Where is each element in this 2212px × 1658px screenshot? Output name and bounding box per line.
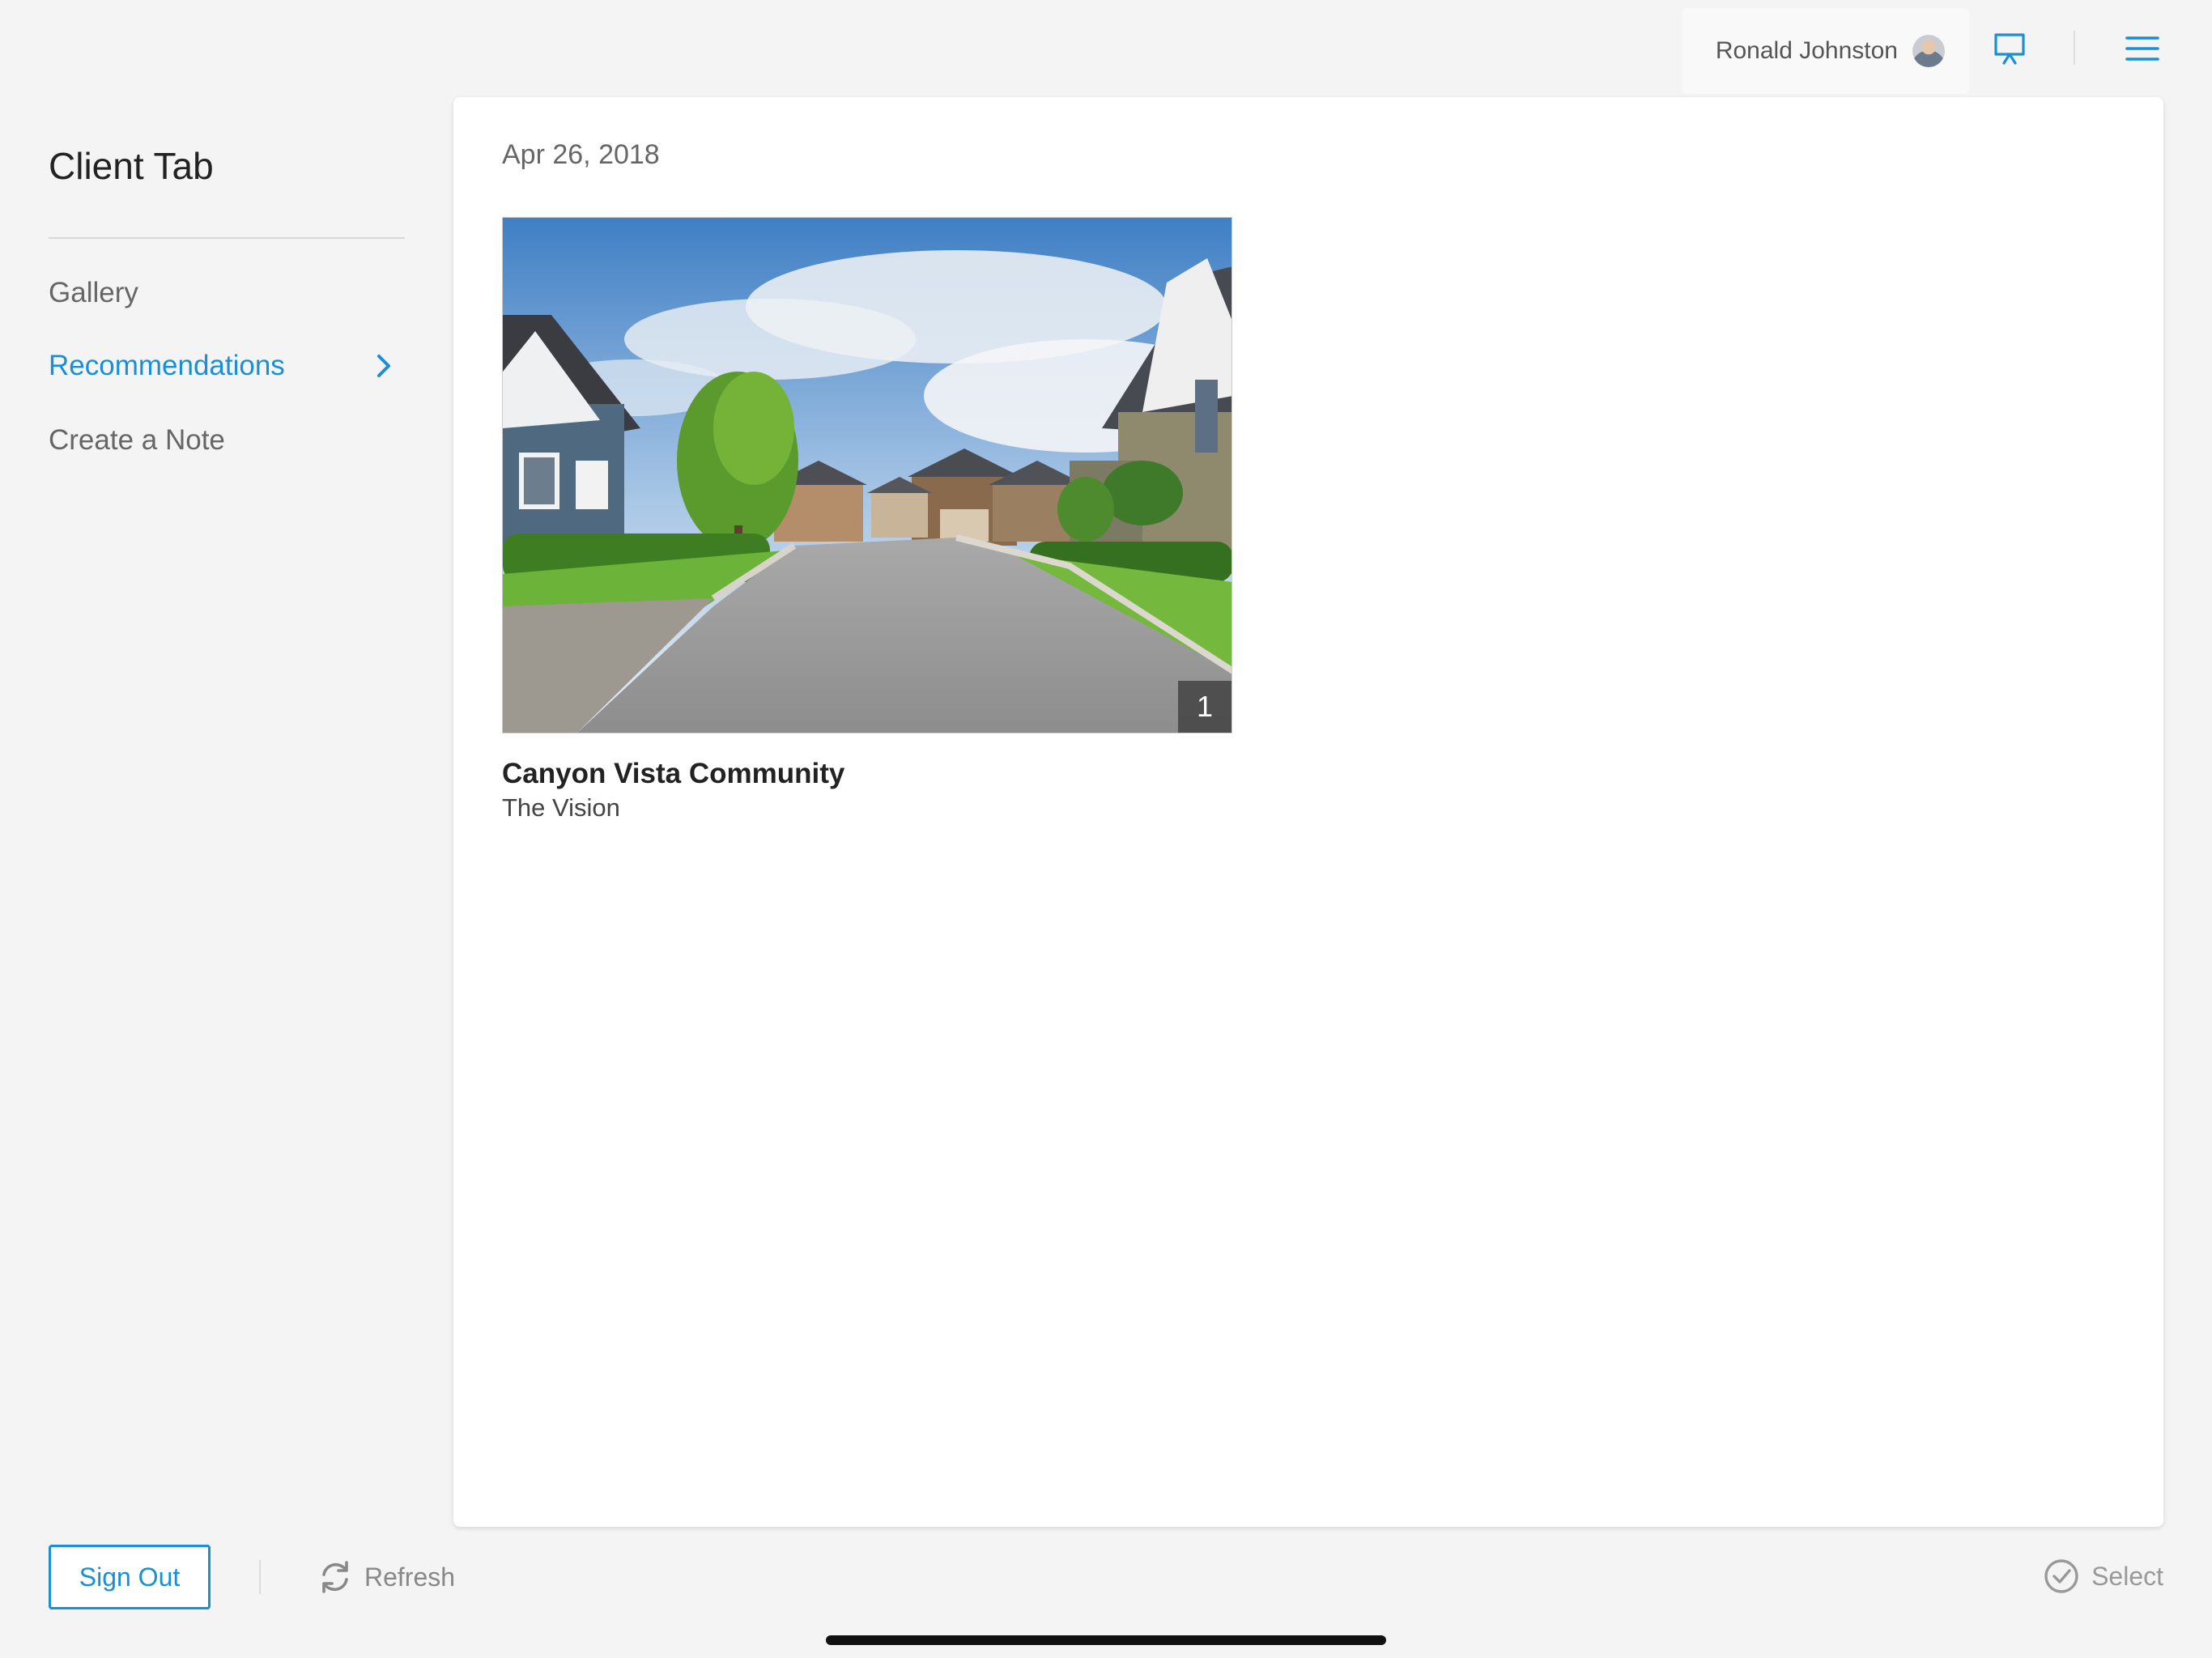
chevron-right-icon <box>371 353 397 379</box>
sidebar-item-gallery[interactable]: Gallery <box>49 277 138 309</box>
sidebar-title: Client Tab <box>49 145 214 187</box>
header-divider <box>2074 31 2075 65</box>
sidebar-item-label: Create a Note <box>49 424 225 456</box>
sidebar-item-label: Gallery <box>49 277 138 308</box>
date-label: Apr 26, 2018 <box>502 139 660 170</box>
refresh-icon <box>316 1558 355 1596</box>
content-card: Apr 26, 2018 1 Canyon Vista Community Th… <box>453 97 2163 1527</box>
refresh-button[interactable]: Refresh <box>316 1558 455 1596</box>
community-thumbnail[interactable]: 1 <box>502 217 1232 733</box>
select-label: Select <box>2091 1561 2163 1591</box>
home-indicator[interactable] <box>826 1635 1386 1645</box>
hamburger-menu-icon[interactable] <box>2123 29 2162 68</box>
user-name: Ronald Johnston <box>1715 37 1898 64</box>
app-root: Ronald Johnston Client Tab Gallery Recom… <box>0 0 2212 1658</box>
sidebar-divider <box>49 237 405 239</box>
sign-out-button[interactable]: Sign Out <box>49 1545 211 1609</box>
community-title[interactable]: Canyon Vista Community <box>502 758 844 790</box>
sidebar-item-label: Recommendations <box>49 350 285 381</box>
community-subtitle: The Vision <box>502 793 620 822</box>
select-button[interactable]: Select <box>2043 1558 2163 1595</box>
footer-divider <box>259 1560 261 1594</box>
check-circle-icon <box>2043 1558 2080 1595</box>
presentation-icon[interactable] <box>1990 29 2029 68</box>
user-profile-button[interactable]: Ronald Johnston <box>1682 8 1969 94</box>
sidebar-item-create-a-note[interactable]: Create a Note <box>49 424 225 457</box>
sidebar-item-recommendations[interactable]: Recommendations <box>49 350 405 382</box>
image-count-badge: 1 <box>1178 681 1231 733</box>
refresh-label: Refresh <box>364 1562 456 1592</box>
neighborhood-image <box>503 218 1231 733</box>
avatar <box>1912 35 1945 67</box>
